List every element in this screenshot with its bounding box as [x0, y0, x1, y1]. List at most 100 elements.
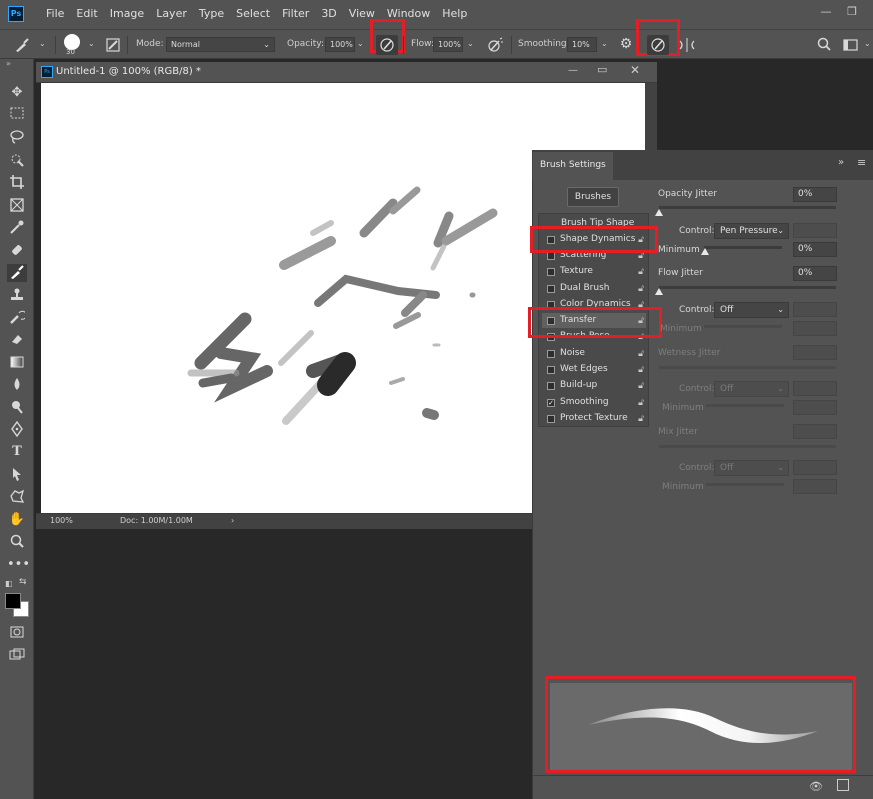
quick-mask-icon[interactable]: [7, 624, 27, 642]
smoothing-chevron-icon[interactable]: ⌄: [601, 39, 608, 48]
lock-icon[interactable]: 🔓︎: [638, 396, 644, 411]
quick-selection-tool-icon[interactable]: [7, 152, 27, 170]
menu-3d[interactable]: 3D: [315, 7, 342, 21]
menu-filter[interactable]: Filter: [276, 7, 315, 21]
gradient-tool-icon[interactable]: [7, 354, 27, 372]
list-item-dual-brush[interactable]: Dual Brush 🔓︎: [542, 281, 646, 296]
crop-tool-icon[interactable]: [7, 174, 27, 192]
list-item-wet-edges[interactable]: Wet Edges 🔓︎: [542, 362, 646, 377]
checkbox[interactable]: [547, 285, 555, 293]
brushes-button[interactable]: Brushes: [567, 187, 619, 207]
smoothing-input[interactable]: 10%: [567, 37, 597, 52]
flow-jitter-input[interactable]: 0%: [793, 266, 837, 281]
dodge-tool-icon[interactable]: [7, 399, 27, 417]
list-item-build-up[interactable]: Build-up 🔓︎: [542, 378, 646, 393]
zoom-level[interactable]: 100%: [50, 516, 73, 525]
screen-mode-icon[interactable]: [7, 647, 27, 665]
menu-layer[interactable]: Layer: [150, 7, 193, 21]
list-item-smoothing[interactable]: ✓ Smoothing 🔓︎: [542, 395, 646, 410]
document-tab[interactable]: Ps Untitled-1 @ 100% (RGB/8) * — ▭ ✕: [36, 62, 657, 83]
slider-knob[interactable]: [701, 248, 709, 255]
tab-brush-settings[interactable]: Brush Settings: [533, 152, 613, 180]
checkbox[interactable]: [547, 350, 555, 358]
slider-knob[interactable]: [655, 209, 663, 216]
list-item-protect-texture[interactable]: Protect Texture 🔓︎: [542, 411, 646, 426]
list-item-noise[interactable]: Noise 🔓︎: [542, 346, 646, 361]
minimize-button[interactable]: —: [816, 4, 836, 20]
new-brush-icon[interactable]: [837, 779, 849, 791]
gear-icon[interactable]: ⚙: [617, 36, 635, 52]
slider-knob[interactable]: [655, 288, 663, 295]
workspace-chevron-icon[interactable]: ⌄: [864, 39, 871, 48]
brush-settings-toggle-icon[interactable]: [106, 38, 120, 52]
menu-image[interactable]: Image: [104, 7, 150, 21]
checkbox[interactable]: [547, 366, 555, 374]
hand-tool-icon[interactable]: ✋: [7, 511, 27, 529]
flow-chevron-icon[interactable]: ⌄: [467, 39, 474, 48]
lock-icon[interactable]: 🔓︎: [638, 379, 644, 394]
lock-icon[interactable]: 🔓︎: [638, 265, 644, 280]
history-brush-tool-icon[interactable]: [7, 309, 27, 327]
minimum-input[interactable]: 0%: [793, 242, 837, 257]
lock-icon[interactable]: 🔓︎: [638, 347, 644, 362]
path-selection-tool-icon[interactable]: [7, 466, 27, 484]
checkbox-checked[interactable]: ✓: [547, 399, 555, 407]
brush-tool-icon[interactable]: [12, 37, 32, 57]
opacity-input[interactable]: 100%: [325, 37, 355, 52]
lock-icon[interactable]: 🔓︎: [638, 282, 644, 297]
lock-icon[interactable]: 🔓︎: [638, 363, 644, 378]
more-tools-icon[interactable]: •••: [7, 556, 30, 574]
opacity-chevron-icon[interactable]: ⌄: [357, 39, 364, 48]
symmetry-icon[interactable]: [678, 36, 696, 54]
menu-file[interactable]: File: [40, 7, 70, 21]
default-colors-icon[interactable]: ◧: [5, 579, 13, 588]
menu-select[interactable]: Select: [230, 7, 276, 21]
move-tool-icon[interactable]: ✥: [7, 84, 27, 102]
pressure-opacity-icon[interactable]: [376, 35, 398, 55]
doc-minimize-icon[interactable]: —: [568, 65, 578, 76]
menu-type[interactable]: Type: [193, 7, 230, 21]
frame-tool-icon[interactable]: [7, 197, 27, 215]
collapse-panel-icon[interactable]: »: [838, 157, 844, 168]
restore-button[interactable]: ❐: [842, 4, 862, 20]
shape-tool-icon[interactable]: [7, 488, 27, 506]
checkbox[interactable]: [547, 252, 555, 260]
pen-tool-icon[interactable]: [7, 420, 27, 439]
eraser-tool-icon[interactable]: [7, 331, 27, 349]
mode-select[interactable]: Normal ⌄: [166, 37, 275, 52]
blur-tool-icon[interactable]: [7, 376, 27, 394]
toggle-preview-icon[interactable]: 👁︎: [809, 780, 823, 793]
lock-icon[interactable]: 🔓︎: [638, 412, 644, 427]
swap-colors-icon[interactable]: ⇆: [19, 577, 27, 587]
brush-tool-icon[interactable]: [7, 264, 27, 282]
eyedropper-tool-icon[interactable]: [7, 219, 27, 237]
healing-brush-tool-icon[interactable]: [7, 242, 27, 260]
search-icon[interactable]: [815, 36, 833, 56]
panel-menu-icon[interactable]: ≡: [857, 156, 866, 169]
clone-stamp-tool-icon[interactable]: [7, 287, 27, 305]
menu-help[interactable]: Help: [436, 7, 473, 21]
doc-close-icon[interactable]: ✕: [630, 63, 640, 77]
brush-preset-chevron-icon[interactable]: ⌄: [88, 39, 95, 48]
minimum-slider[interactable]: [704, 246, 782, 249]
control-select-off[interactable]: Off ⌄: [714, 302, 789, 318]
type-tool-icon[interactable]: T: [7, 443, 27, 461]
checkbox[interactable]: [547, 415, 555, 423]
tool-preset-chevron-icon[interactable]: ⌄: [39, 39, 46, 48]
opacity-jitter-slider[interactable]: [659, 206, 836, 209]
pressure-size-icon[interactable]: [647, 35, 669, 55]
flow-jitter-slider[interactable]: [659, 286, 836, 289]
status-menu-arrow[interactable]: ›: [231, 516, 234, 525]
marquee-tool-icon[interactable]: [7, 106, 27, 124]
zoom-tool-icon[interactable]: [7, 533, 27, 551]
collapse-icon[interactable]: »: [6, 59, 11, 68]
checkbox[interactable]: [547, 382, 555, 390]
control-select-pen-pressure[interactable]: Pen Pressure ⌄: [714, 223, 789, 239]
doc-restore-icon[interactable]: ▭: [597, 63, 607, 76]
airbrush-icon[interactable]: [485, 36, 505, 54]
opacity-jitter-input[interactable]: 0%: [793, 187, 837, 202]
workspace-icon[interactable]: [843, 38, 859, 52]
flow-input[interactable]: 100%: [433, 37, 463, 52]
menu-edit[interactable]: Edit: [70, 7, 103, 21]
list-item-texture[interactable]: Texture 🔓︎: [542, 264, 646, 279]
